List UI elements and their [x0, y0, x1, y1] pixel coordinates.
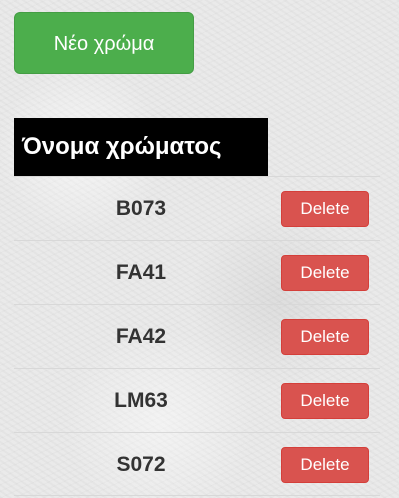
delete-button[interactable]: Delete [281, 255, 369, 291]
new-color-button[interactable]: Νέο χρώμα [14, 12, 194, 74]
delete-button[interactable]: Delete [281, 447, 369, 483]
color-code: FA42 [115, 325, 167, 348]
table-row: FA42 Delete [14, 304, 380, 368]
table-row: FA41 Delete [14, 240, 380, 304]
color-name-column-header: Όνομα χρώματος [14, 118, 268, 176]
table-row: B073 Delete [14, 176, 380, 240]
delete-button[interactable]: Delete [281, 319, 369, 355]
color-code: LM63 [114, 389, 168, 412]
delete-button[interactable]: Delete [281, 191, 369, 227]
colors-table: B073 Delete FA41 Delete FA42 Delete LM63… [14, 176, 380, 496]
color-code: B073 [115, 197, 167, 220]
table-row: LM63 Delete [14, 368, 380, 432]
color-code: S072 [116, 453, 166, 476]
delete-button[interactable]: Delete [281, 383, 369, 419]
color-code: FA41 [115, 261, 167, 284]
table-row: S072 Delete [14, 432, 380, 496]
